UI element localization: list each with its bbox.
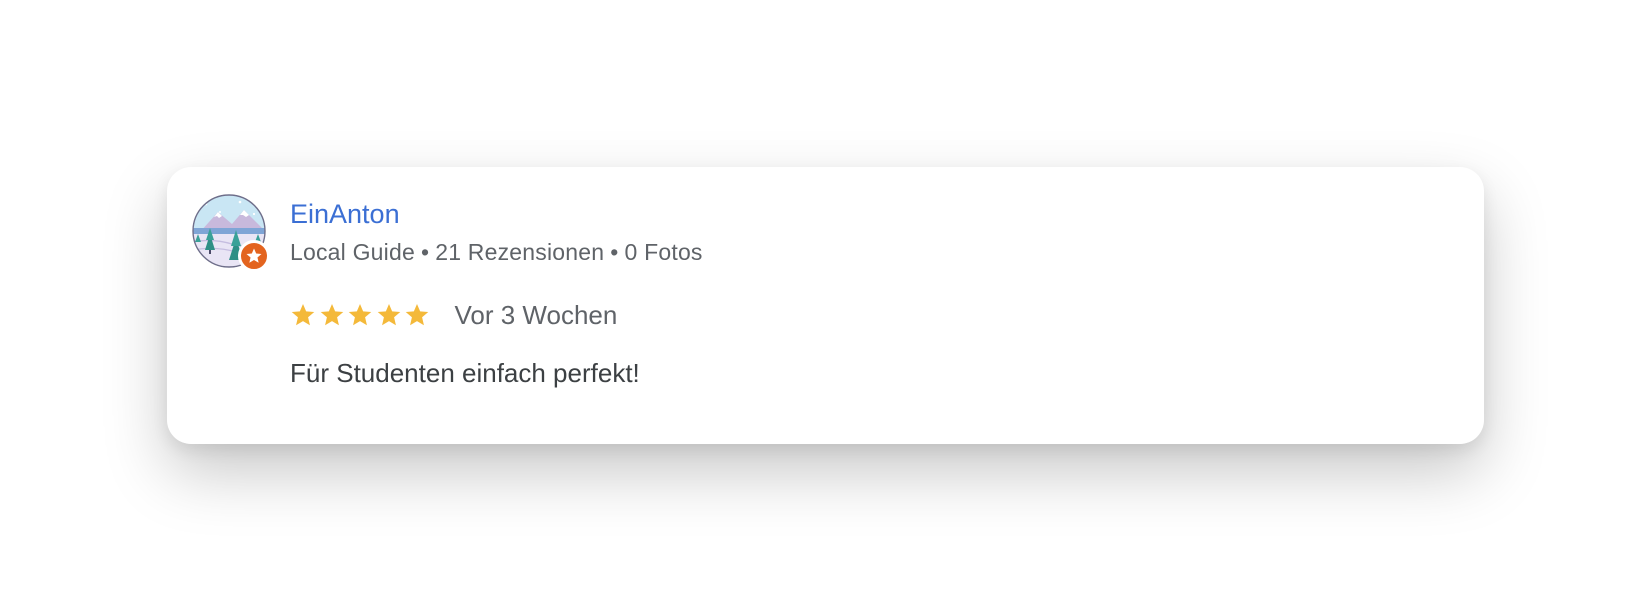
star-icon (405, 303, 429, 326)
star-icon (377, 303, 400, 326)
review-count: 21 Rezensionen (435, 239, 605, 265)
review-card: EinAnton Local Guide • 21 Rezensionen • 0 Fo… (167, 167, 1484, 444)
star-rating (290, 302, 433, 328)
review-text: Für Studenten einfach perfekt! (290, 358, 640, 388)
star-icon (320, 303, 343, 326)
meta-separator: • (610, 239, 619, 265)
meta-separator: • (420, 239, 430, 265)
reviewer-name-link[interactable]: EinAnton (290, 197, 400, 231)
star-icon (348, 303, 372, 326)
reviewer-badge-label: Local Guide (290, 239, 415, 265)
review-date: Vor 3 Wochen (454, 300, 618, 330)
avatar[interactable] (192, 194, 270, 272)
photo-count: 0 Fotos (624, 239, 703, 265)
rating-row: Vor 3 Wochen (290, 297, 617, 333)
star-icon (291, 303, 315, 326)
reviewer-meta: Local Guide • 21 Rezensionen • 0 Fotos (290, 237, 703, 267)
local-guide-star-badge-icon (238, 240, 270, 272)
